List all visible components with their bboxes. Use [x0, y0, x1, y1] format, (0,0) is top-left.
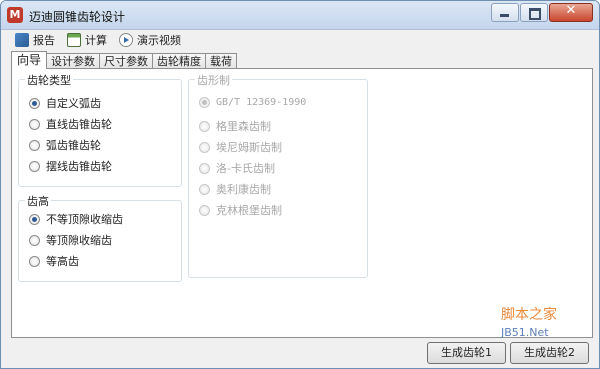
calculate-button[interactable]: 计算	[67, 32, 107, 48]
radio-checked-icon[interactable]	[29, 213, 40, 225]
option-label: 格里森齿制	[216, 120, 271, 133]
minimize-button[interactable]	[491, 3, 519, 22]
calculate-label: 计算	[85, 34, 107, 47]
radio-icon	[199, 162, 210, 174]
radio-icon[interactable]	[29, 234, 40, 246]
option-label: 不等顶隙收缩齿	[46, 213, 123, 226]
tooth-system-option: GB/T 12369-1990	[199, 97, 306, 108]
radio-icon[interactable]	[29, 118, 40, 130]
demo-video-button[interactable]: 演示视频	[119, 32, 181, 48]
title-bar[interactable]: M 迈迪圆锥齿轮设计 ✕	[1, 1, 599, 30]
tooth-system-option: 格里森齿制	[199, 118, 271, 134]
tab-design-params[interactable]: 设计参数	[46, 53, 101, 69]
option-label: 克林根堡齿制	[216, 204, 282, 217]
demo-video-label: 演示视频	[137, 34, 181, 47]
option-label: 奥利康齿制	[216, 183, 271, 196]
tooth-system-option: 洛-卡氏齿制	[199, 160, 275, 176]
tab-gear-accuracy[interactable]: 齿轮精度	[152, 53, 207, 69]
option-label: 摆线齿锥齿轮	[46, 160, 112, 173]
tooth-height-option[interactable]: 等顶隙收缩齿	[29, 232, 112, 248]
close-button[interactable]: ✕	[549, 3, 593, 22]
radio-icon	[199, 204, 210, 216]
gear-type-title: 齿轮类型	[25, 72, 73, 88]
option-label: 埃尼姆斯齿制	[216, 141, 282, 154]
option-label: 等顶隙收缩齿	[46, 234, 112, 247]
maximize-icon	[529, 8, 541, 20]
report-button[interactable]: 报告	[15, 32, 55, 48]
tooth-height-option[interactable]: 不等顶隙收缩齿	[29, 211, 123, 227]
tab-load[interactable]: 载荷	[205, 53, 238, 69]
tooth-system-option: 奥利康齿制	[199, 181, 271, 197]
radio-icon[interactable]	[29, 160, 40, 172]
toolbar: 报告 计算 演示视频	[1, 30, 599, 50]
option-label: 洛-卡氏齿制	[216, 162, 275, 175]
tooth-height-option[interactable]: 等高齿	[29, 253, 79, 269]
report-label: 报告	[33, 34, 55, 47]
generate-gear2-button[interactable]: 生成齿轮2	[510, 342, 589, 364]
tab-wizard[interactable]: 向导	[11, 51, 48, 69]
bottom-bar: 生成齿轮1 生成齿轮2	[1, 338, 599, 368]
gear-type-option[interactable]: 直线齿锥齿轮	[29, 116, 112, 132]
tab-dimension-params[interactable]: 尺寸参数	[99, 53, 154, 69]
report-icon	[15, 33, 29, 47]
tooth-system-option: 埃尼姆斯齿制	[199, 139, 282, 155]
tooth-system-title: 齿形制	[195, 72, 232, 88]
wizard-panel: 齿轮类型 自定义弧齿 直线齿锥齿轮 弧齿锥齿轮 摆线齿锥齿轮 齿高 不等顶隙收缩…	[11, 68, 593, 338]
tooth-system-option: 克林根堡齿制	[199, 202, 282, 218]
tooth-system-group: 齿形制 GB/T 12369-1990 格里森齿制 埃尼姆斯齿制 洛-卡氏齿制 …	[188, 72, 368, 278]
gear-type-option[interactable]: 自定义弧齿	[29, 95, 101, 111]
radio-icon	[199, 141, 210, 153]
radio-checked-icon[interactable]	[29, 97, 40, 109]
window-title: 迈迪圆锥齿轮设计	[29, 10, 126, 24]
option-label: 直线齿锥齿轮	[46, 118, 112, 131]
radio-checked-icon	[199, 97, 210, 108]
app-window: M 迈迪圆锥齿轮设计 ✕ 报告 计算 演示视频 向导 设计参数 尺寸参数 齿轮精…	[0, 0, 600, 369]
radio-icon[interactable]	[29, 255, 40, 267]
option-label: 弧齿锥齿轮	[46, 139, 101, 152]
close-icon: ✕	[565, 3, 577, 18]
option-label: 等高齿	[46, 255, 79, 268]
tooth-height-group: 齿高 不等顶隙收缩齿 等顶隙收缩齿 等高齿	[18, 193, 182, 282]
window-controls: ✕	[490, 3, 593, 22]
tooth-height-title: 齿高	[25, 193, 51, 209]
maximize-button[interactable]	[520, 3, 548, 22]
gear-type-option[interactable]: 摆线齿锥齿轮	[29, 158, 112, 174]
generate-gear1-button[interactable]: 生成齿轮1	[427, 342, 506, 364]
minimize-icon	[500, 14, 509, 17]
gear-type-group: 齿轮类型 自定义弧齿 直线齿锥齿轮 弧齿锥齿轮 摆线齿锥齿轮	[18, 72, 182, 187]
radio-icon	[199, 120, 210, 132]
tab-strip: 向导 设计参数 尺寸参数 齿轮精度 载荷	[11, 51, 238, 69]
radio-icon[interactable]	[29, 139, 40, 151]
option-label: 自定义弧齿	[46, 97, 101, 110]
option-label: GB/T 12369-1990	[216, 97, 307, 108]
gear-type-option[interactable]: 弧齿锥齿轮	[29, 137, 101, 153]
app-logo-icon: M	[7, 7, 23, 23]
video-icon	[119, 33, 133, 47]
watermark-line1: 脚本之家	[501, 307, 557, 323]
calculator-icon	[67, 33, 81, 47]
radio-icon	[199, 183, 210, 195]
